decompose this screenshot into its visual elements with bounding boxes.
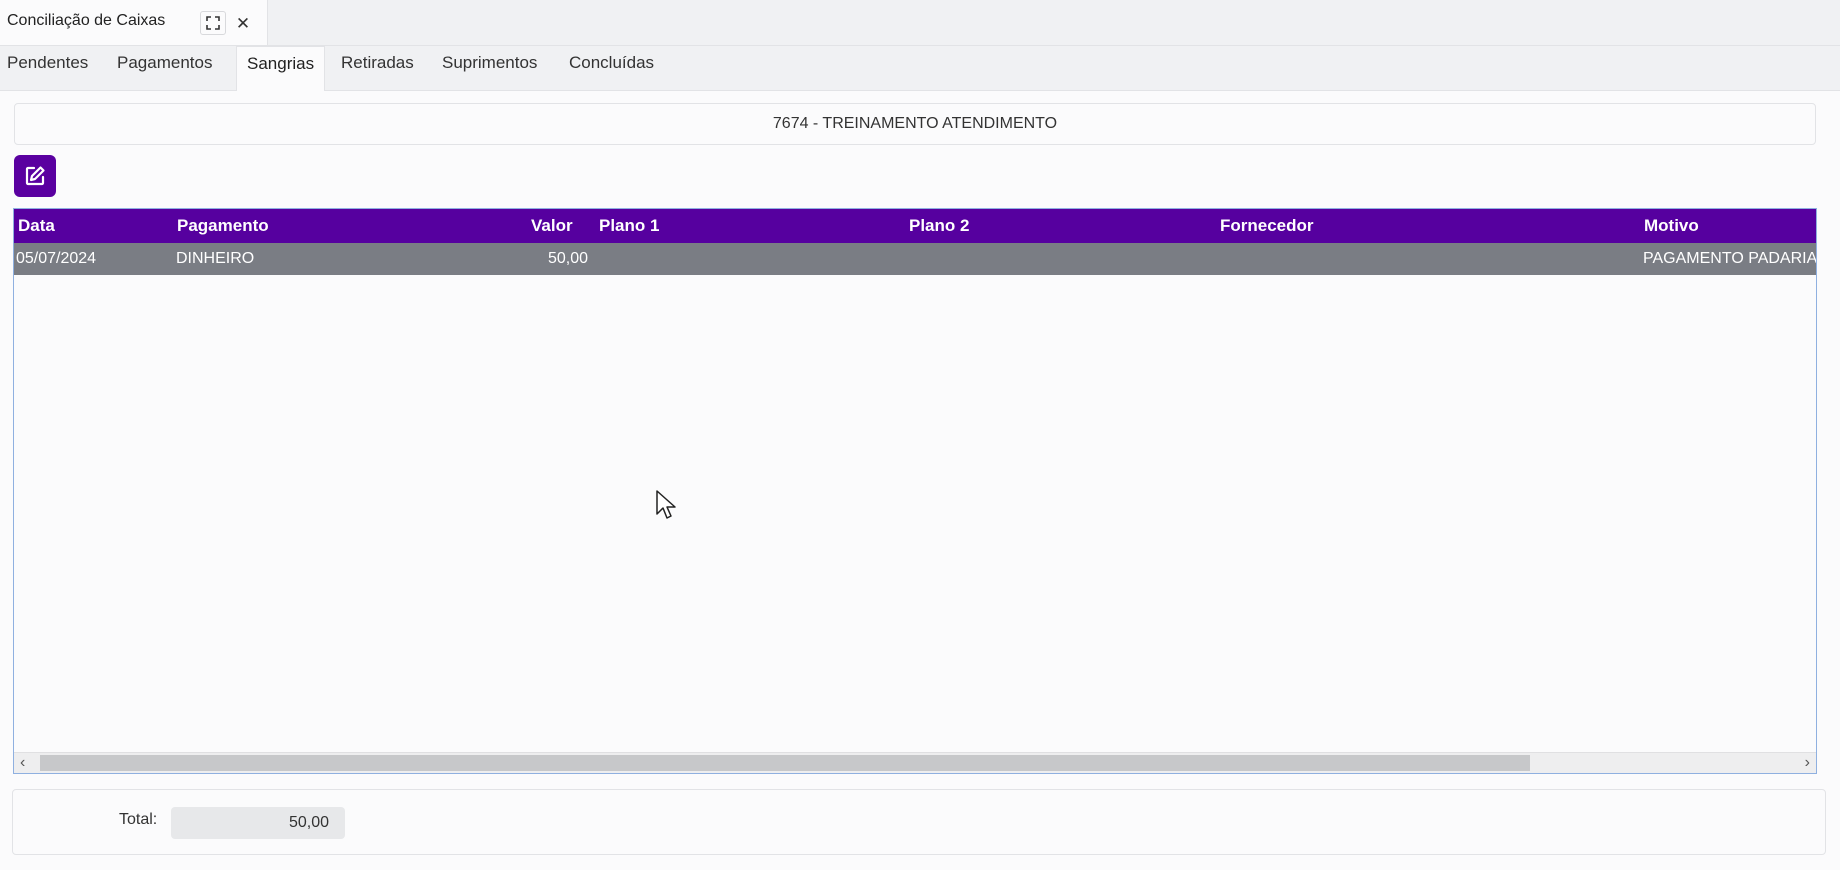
tab-suprimentos[interactable]: Suprimentos: [442, 46, 537, 90]
grid-header: Data Pagamento Valor Plano 1 Plano 2 For…: [14, 209, 1816, 243]
column-header-fornecedor[interactable]: Fornecedor: [1220, 209, 1314, 243]
cell-data: 05/07/2024: [16, 250, 97, 267]
scroll-right-icon[interactable]: ›: [1805, 753, 1810, 773]
edit-button[interactable]: [14, 155, 56, 197]
column-header-pagamento[interactable]: Pagamento: [177, 209, 269, 243]
tab-sangrias[interactable]: Sangrias: [236, 46, 326, 91]
window-title: Conciliação de Caixas: [7, 12, 166, 29]
tab-retiradas[interactable]: Retiradas: [341, 46, 414, 90]
column-header-plano2[interactable]: Plano 2: [909, 209, 969, 243]
table-row[interactable]: 05/07/2024 DINHEIRO 50,00 PAGAMENTO PADA…: [14, 243, 1816, 275]
window-tab[interactable]: Conciliação de Caixas ✕: [0, 0, 268, 45]
cell-motivo: PAGAMENTO PADARIA: [1643, 250, 1817, 267]
horizontal-scrollbar[interactable]: ‹ ›: [14, 752, 1816, 773]
tab-bar: Pendentes Pagamentos Sangrias Retiradas …: [0, 46, 1840, 91]
mouse-cursor-icon: [656, 490, 676, 519]
cell-valor: 50,00: [548, 250, 589, 267]
window-tab-bar: Conciliação de Caixas ✕: [0, 0, 1840, 46]
expand-icon: [206, 16, 220, 30]
scroll-thumb[interactable]: [40, 755, 1530, 771]
sangrias-grid[interactable]: Data Pagamento Valor Plano 1 Plano 2 For…: [13, 208, 1817, 774]
totals-panel: Total: 50,00: [12, 789, 1826, 855]
tab-concluidas[interactable]: Concluídas: [569, 46, 654, 90]
column-header-valor[interactable]: Valor: [531, 209, 573, 243]
store-label: 7674 - TREINAMENTO ATENDIMENTO: [14, 103, 1816, 145]
column-header-plano1[interactable]: Plano 1: [599, 209, 659, 243]
column-header-motivo[interactable]: Motivo: [1644, 209, 1699, 243]
total-label: Total:: [119, 811, 158, 828]
maximize-icon[interactable]: [200, 11, 226, 35]
tab-pendentes[interactable]: Pendentes: [7, 46, 88, 90]
tab-pagamentos[interactable]: Pagamentos: [117, 46, 212, 90]
total-field: 50,00: [171, 807, 345, 839]
column-header-data[interactable]: Data: [18, 209, 55, 243]
cell-pagamento: DINHEIRO: [176, 250, 255, 267]
edit-icon: [25, 166, 45, 186]
close-icon[interactable]: ✕: [230, 11, 256, 35]
scroll-left-icon[interactable]: ‹: [20, 753, 25, 773]
